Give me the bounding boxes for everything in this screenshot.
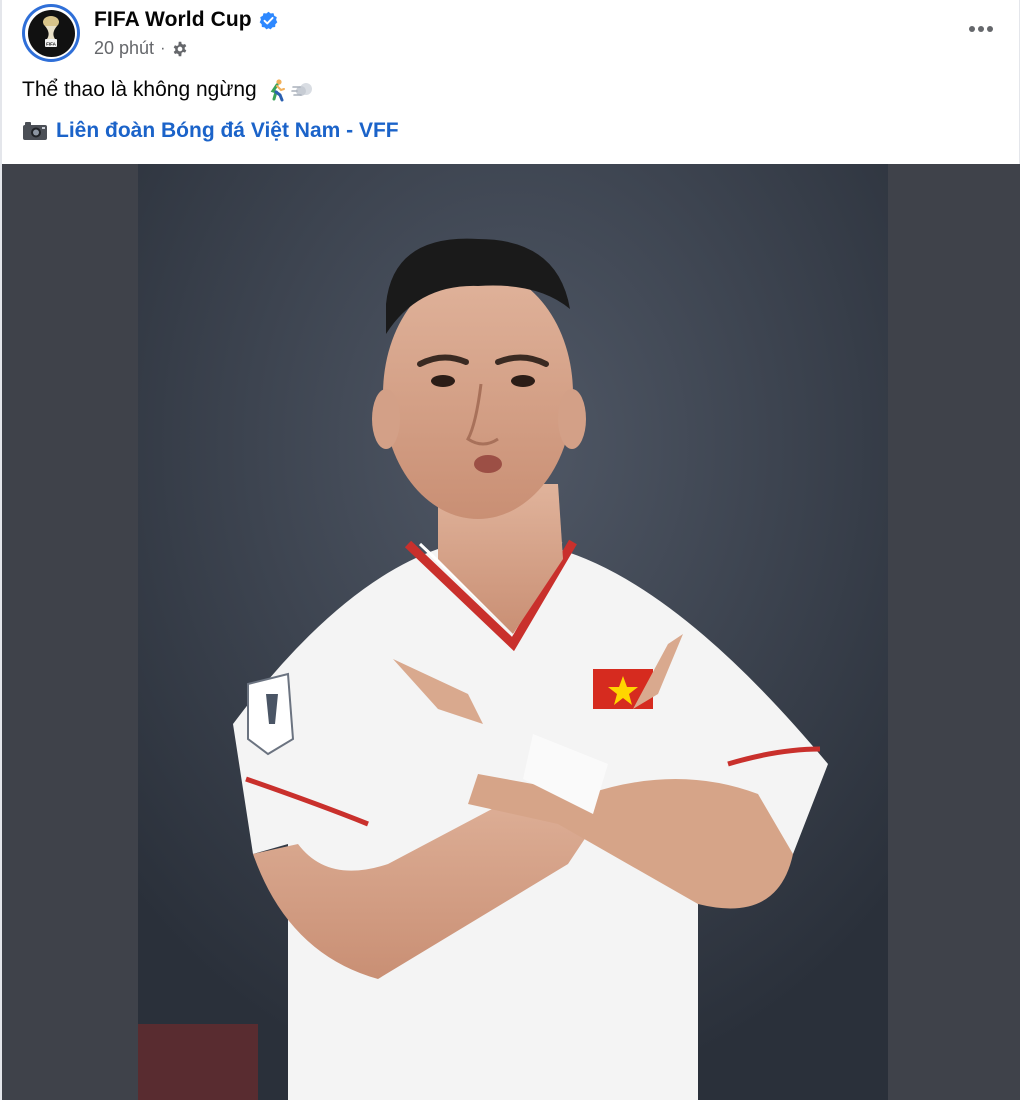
page-avatar[interactable]: FIFA (22, 4, 80, 62)
meta-separator: · (160, 39, 166, 57)
photo-credit: Liên đoàn Bóng đá Việt Nam - VFF (22, 119, 399, 143)
running-person-icon (270, 79, 285, 102)
post-timestamp[interactable]: 20 phút (94, 38, 154, 59)
post-meta: 20 phút · (94, 38, 189, 59)
post-photo-container (2, 164, 1020, 1100)
facebook-post: FIFA FIFA World Cup 20 phút · Thể thao l… (0, 0, 1020, 1100)
more-options-button[interactable] (960, 8, 1002, 50)
vff-page-link[interactable]: Liên đoàn Bóng đá Việt Nam - VFF (56, 119, 399, 143)
svg-text:FIFA: FIFA (46, 42, 56, 47)
post-caption: Thể thao là không ngừng (22, 78, 315, 102)
gear-icon[interactable] (171, 40, 189, 58)
post-header: FIFA FIFA World Cup 20 phút · (22, 4, 1002, 64)
caption-text: Thể thao là không ngừng (22, 78, 257, 101)
more-options-icon (969, 26, 993, 32)
camera-icon (23, 122, 47, 140)
post-photo[interactable] (138, 164, 888, 1100)
page-name-link[interactable]: FIFA World Cup (94, 8, 252, 32)
dash-icon (290, 83, 312, 96)
fifa-world-cup-logo: FIFA (27, 9, 75, 57)
verified-badge-icon (259, 11, 278, 29)
trophy-icon: FIFA (43, 16, 59, 47)
player-photo-illustration (138, 164, 888, 1100)
